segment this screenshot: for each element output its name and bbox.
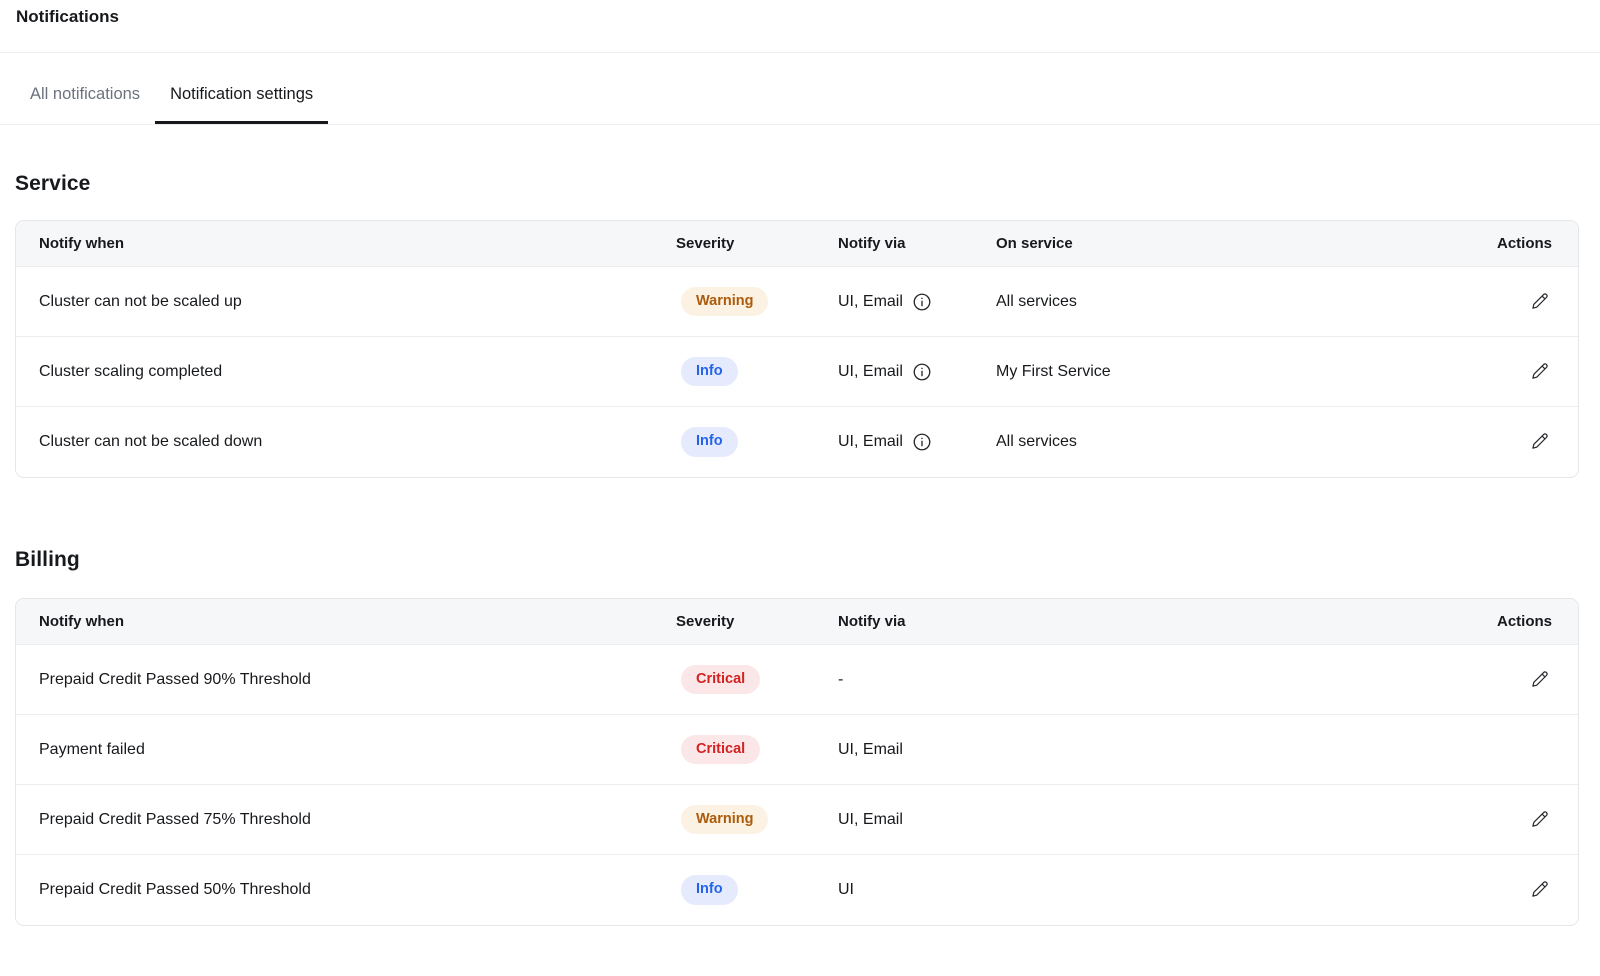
pencil-icon (1531, 362, 1549, 380)
page-title: Notifications (16, 5, 1584, 29)
cell-severity: Critical (676, 665, 838, 694)
col-header-notify-via: Notify via (838, 235, 996, 252)
edit-button[interactable] (1528, 877, 1552, 901)
cell-notify-when: Cluster can not be scaled down (39, 433, 676, 451)
cell-severity: Critical (676, 735, 838, 764)
cell-notify-via: UI, Email (838, 811, 1392, 829)
info-icon[interactable] (912, 432, 932, 452)
col-header-notify-via: Notify via (838, 613, 1392, 630)
pencil-icon (1531, 670, 1549, 688)
pencil-icon (1531, 810, 1549, 828)
col-header-notify-when: Notify when (39, 613, 676, 630)
notify-via-text: UI, Email (838, 363, 903, 381)
cell-on-service: All services (996, 433, 1392, 451)
cell-severity: Info (676, 427, 838, 456)
cell-notify-via: UI, Email (838, 432, 996, 452)
edit-button[interactable] (1528, 807, 1552, 831)
cell-notify-when: Prepaid Credit Passed 90% Threshold (39, 671, 676, 689)
page-header: Notifications (0, 0, 1600, 53)
cell-notify-via: UI, Email (838, 292, 996, 312)
cell-on-service: All services (996, 293, 1392, 311)
col-header-severity: Severity (676, 613, 838, 630)
table-row: Prepaid Credit Passed 75% Threshold Warn… (16, 785, 1578, 855)
col-header-on-service: On service (996, 235, 1392, 252)
cell-notify-when: Prepaid Credit Passed 50% Threshold (39, 881, 676, 899)
cell-severity: Info (676, 357, 838, 386)
cell-severity: Info (676, 875, 838, 904)
cell-notify-via: UI, Email (838, 362, 996, 382)
notify-via-text: UI, Email (838, 433, 903, 451)
edit-button[interactable] (1528, 429, 1552, 453)
info-icon[interactable] (912, 292, 932, 312)
pencil-icon (1531, 432, 1549, 450)
table-row: Cluster can not be scaled up Warning UI,… (16, 267, 1578, 337)
tabbar: All notifications Notification settings (0, 53, 1600, 125)
col-header-notify-when: Notify when (39, 235, 676, 252)
tab-all-notifications[interactable]: All notifications (15, 53, 155, 124)
table-header-row: Notify when Severity Notify via Actions (16, 599, 1578, 645)
cell-notify-when: Cluster scaling completed (39, 363, 676, 381)
severity-badge: Info (681, 427, 738, 456)
billing-notifications-table: Notify when Severity Notify via Actions … (15, 598, 1579, 926)
severity-badge: Info (681, 357, 738, 386)
edit-button[interactable] (1528, 289, 1552, 313)
main-content: Service Notify when Severity Notify via … (0, 172, 1600, 926)
cell-actions (1528, 807, 1552, 833)
cell-severity: Warning (676, 805, 838, 834)
col-header-actions: Actions (1497, 235, 1552, 252)
col-header-actions: Actions (1497, 613, 1552, 630)
cell-on-service: My First Service (996, 363, 1392, 381)
table-header-row: Notify when Severity Notify via On servi… (16, 221, 1578, 267)
cell-actions (1528, 359, 1552, 385)
table-row: Prepaid Credit Passed 50% Threshold Info… (16, 855, 1578, 925)
edit-button[interactable] (1528, 667, 1552, 691)
table-row: Cluster can not be scaled down Info UI, … (16, 407, 1578, 477)
cell-notify-when: Payment failed (39, 741, 676, 759)
edit-button[interactable] (1528, 359, 1552, 383)
cell-notify-via: UI, Email (838, 741, 1392, 759)
col-header-severity: Severity (676, 235, 838, 252)
cell-notify-via: - (838, 671, 1392, 689)
tab-notification-settings[interactable]: Notification settings (155, 53, 328, 124)
severity-badge: Critical (681, 735, 760, 764)
cell-actions (1528, 429, 1552, 455)
service-notifications-table: Notify when Severity Notify via On servi… (15, 220, 1579, 478)
cell-notify-when: Prepaid Credit Passed 75% Threshold (39, 811, 676, 829)
pencil-icon (1531, 292, 1549, 310)
info-icon[interactable] (912, 362, 932, 382)
table-row: Payment failed Critical UI, Email (16, 715, 1578, 785)
table-row: Prepaid Credit Passed 90% Threshold Crit… (16, 645, 1578, 715)
severity-badge: Critical (681, 665, 760, 694)
notify-via-text: UI, Email (838, 293, 903, 311)
severity-badge: Warning (681, 287, 768, 316)
section-heading-billing: Billing (15, 548, 1579, 572)
pencil-icon (1531, 880, 1549, 898)
severity-badge: Warning (681, 805, 768, 834)
cell-notify-when: Cluster can not be scaled up (39, 293, 676, 311)
cell-severity: Warning (676, 287, 838, 316)
table-row: Cluster scaling completed Info UI, Email… (16, 337, 1578, 407)
cell-actions (1528, 877, 1552, 903)
section-heading-service: Service (15, 172, 1579, 196)
cell-notify-via: UI (838, 881, 1392, 899)
cell-actions (1528, 289, 1552, 315)
cell-actions (1528, 667, 1552, 693)
severity-badge: Info (681, 875, 738, 904)
